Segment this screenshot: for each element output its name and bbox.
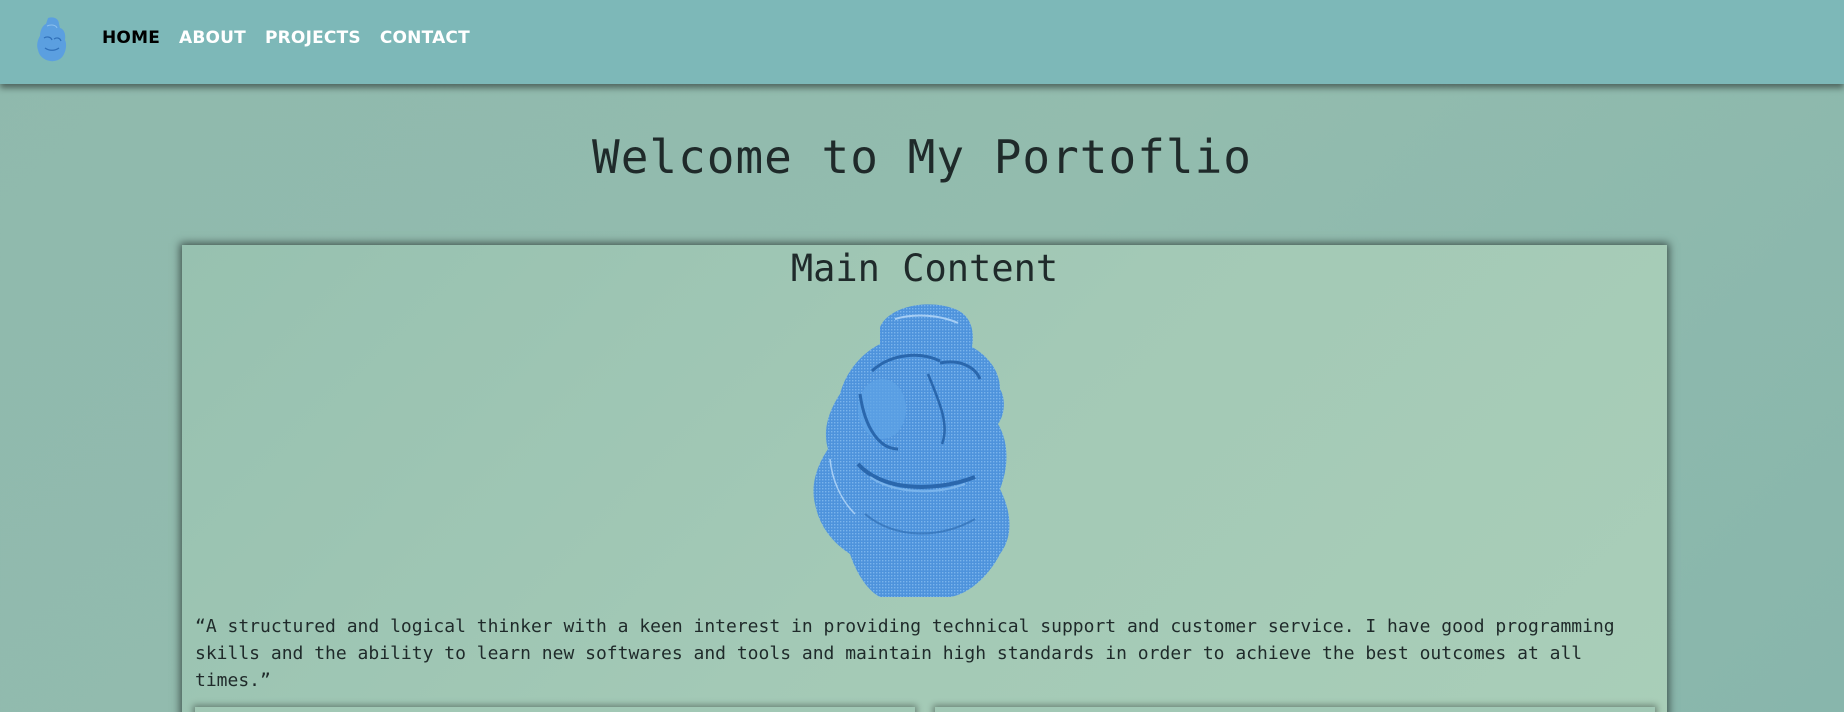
nav-projects-link[interactable]: PROJECTS [265, 28, 361, 48]
main-content-title: Main Content [790, 247, 1059, 290]
navbar: HOME ABOUT PROJECTS CONTACT [0, 0, 1844, 84]
sub-card-right [935, 707, 1655, 712]
blue-bust-image [813, 304, 1010, 597]
sub-cards-row [195, 707, 1655, 712]
nav-about-link[interactable]: ABOUT [179, 28, 246, 48]
bust-logo-icon[interactable] [34, 16, 70, 62]
intro-quote: “A structured and logical thinker with a… [195, 616, 1615, 691]
main-content-card: Main Content “A structured and logical t… [182, 245, 1667, 712]
nav-home-link[interactable]: HOME [102, 28, 160, 48]
nav-links: HOME ABOUT PROJECTS CONTACT [102, 28, 470, 48]
nav-contact-link[interactable]: CONTACT [380, 28, 470, 48]
page-title: Welcome to My Portoflio [592, 130, 1252, 184]
sub-card-left [195, 707, 915, 712]
